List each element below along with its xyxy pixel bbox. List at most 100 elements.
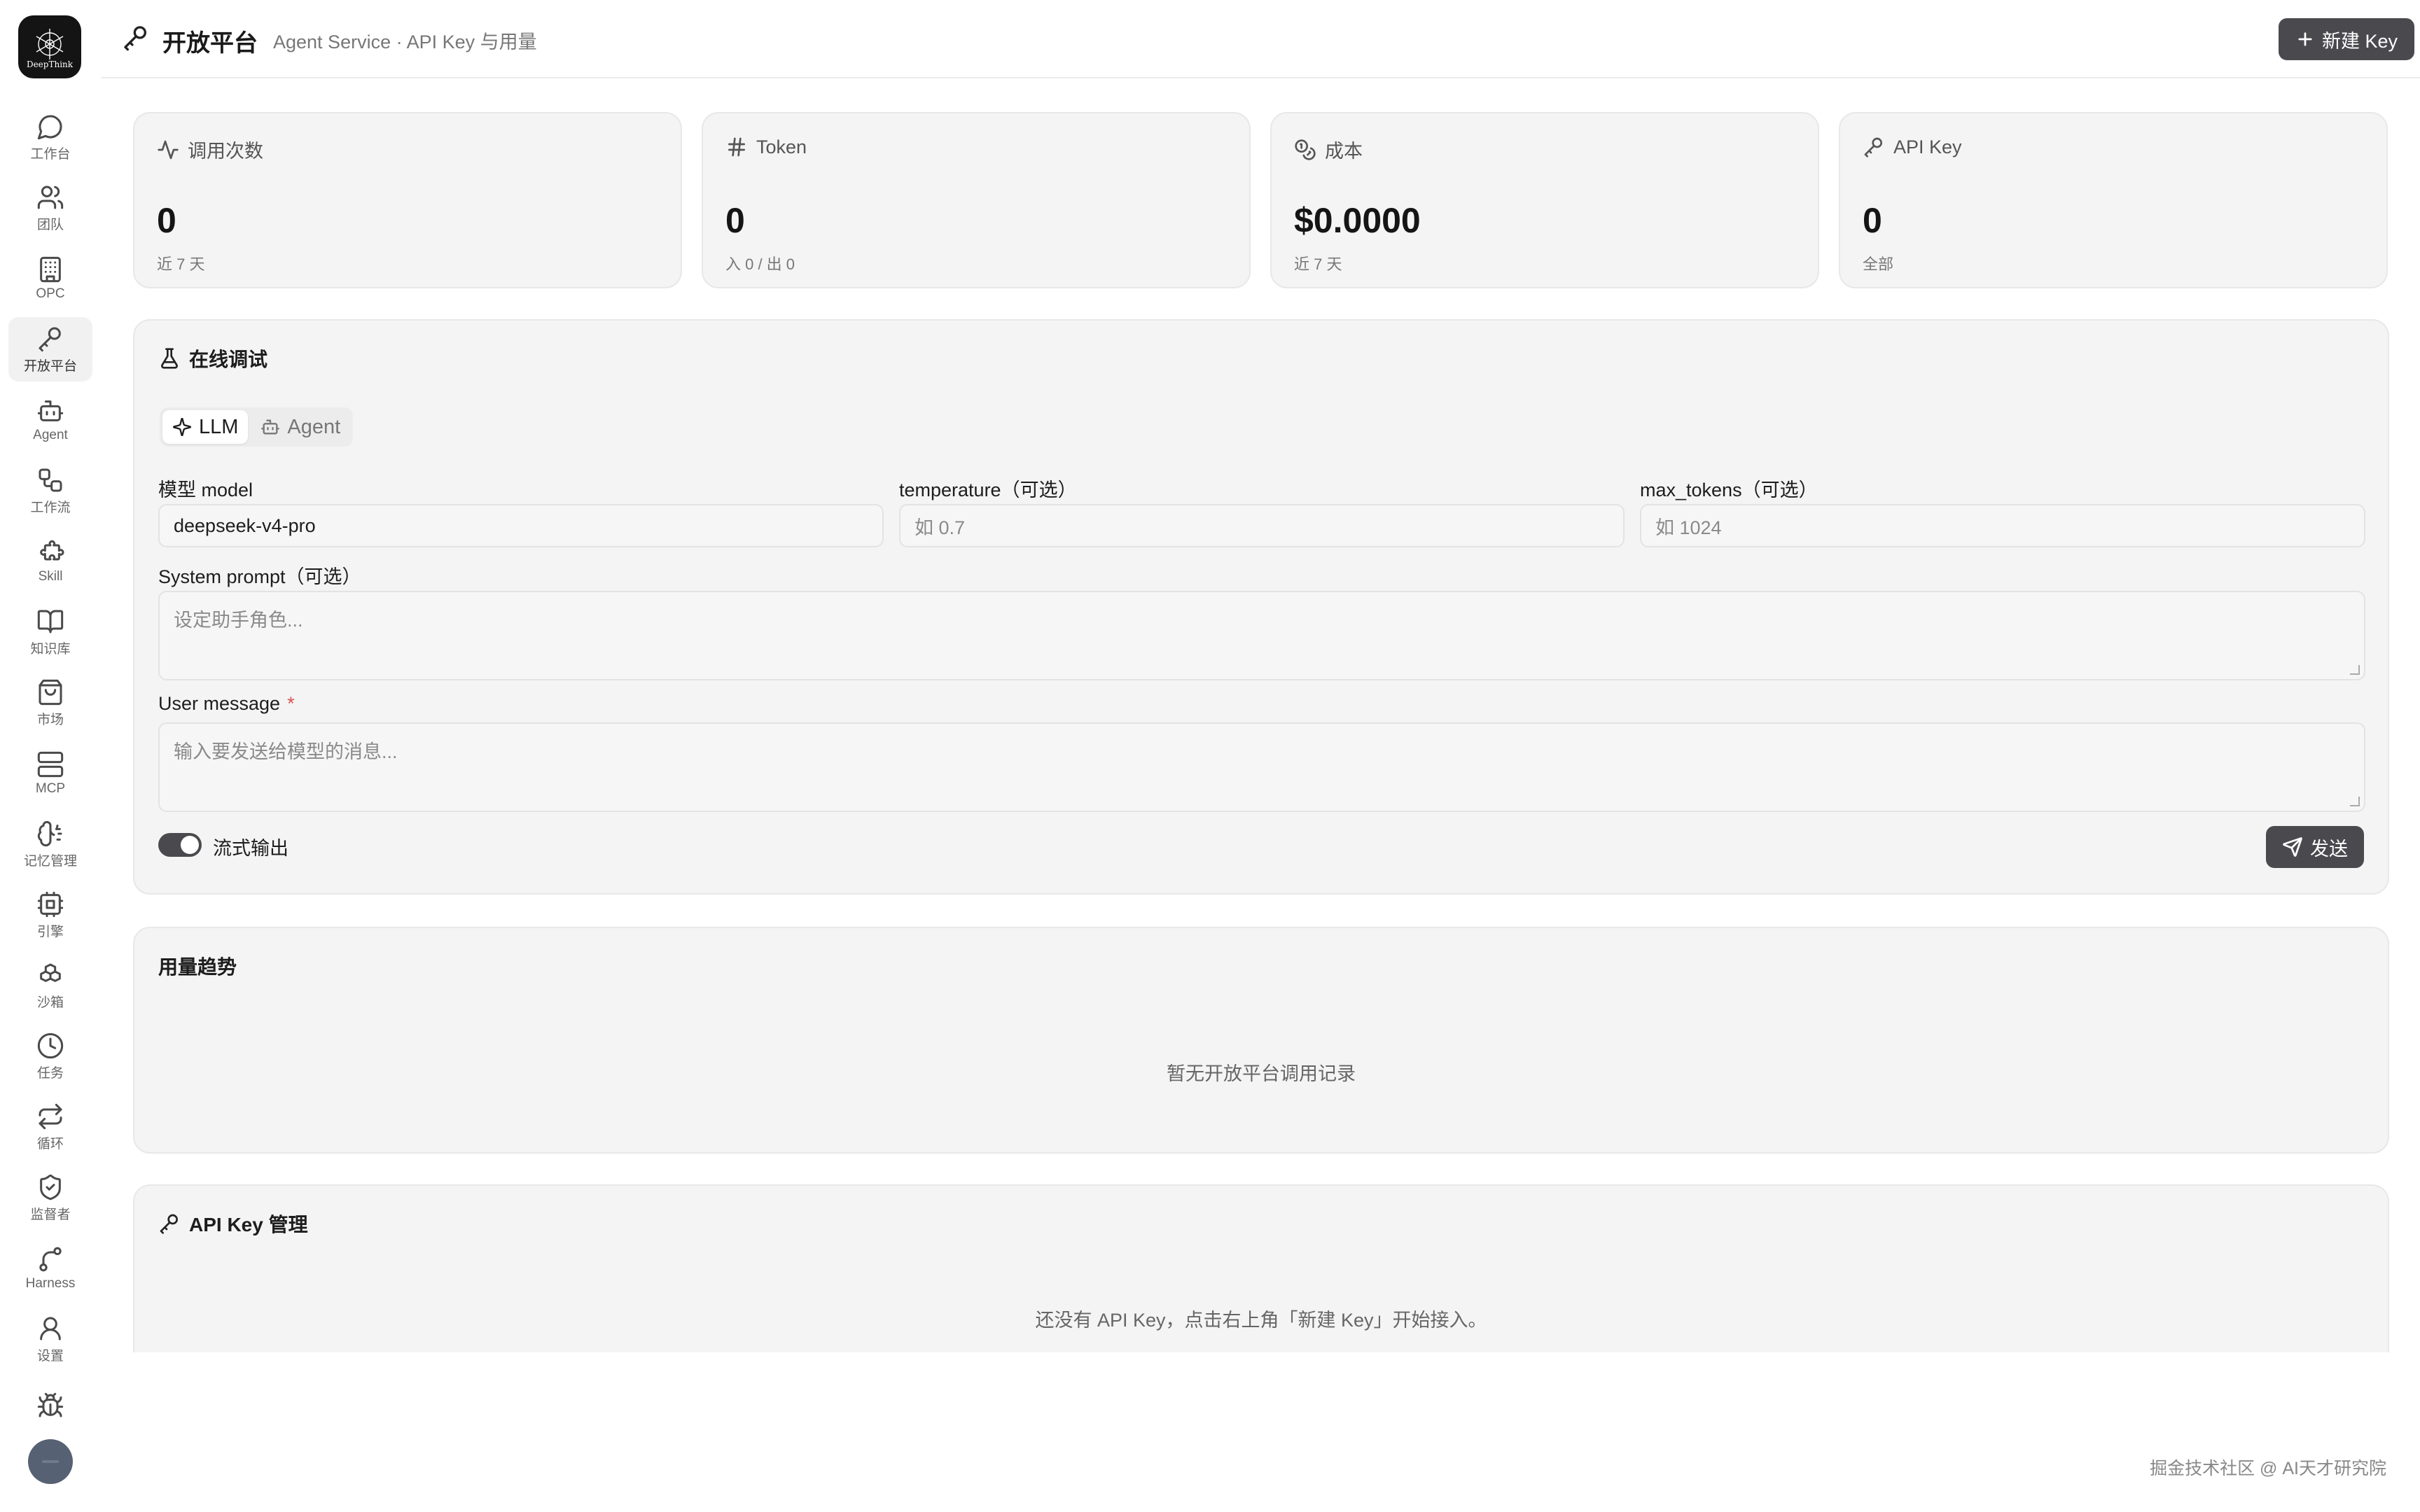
brain-icon xyxy=(37,820,62,846)
max-tokens-input[interactable]: 如 1024 xyxy=(1640,504,2365,547)
key-icon xyxy=(39,327,61,351)
system-prompt-textarea[interactable]: 设定助手角色... xyxy=(158,591,2365,680)
sidebar-item-market[interactable]: 市场 xyxy=(8,671,92,735)
send-icon xyxy=(2283,837,2302,857)
sidebar-item-workbench[interactable]: 工作台 xyxy=(8,105,92,169)
page-subtitle: Agent Service · API Key 与用量 xyxy=(273,31,537,52)
sidebar-item-label: 知识库 xyxy=(30,641,71,657)
sidebar-item-harness[interactable]: Harness xyxy=(8,1236,92,1301)
sidebar-item-label: Skill xyxy=(38,569,63,584)
git-branch-icon xyxy=(39,1247,62,1272)
key-icon xyxy=(160,1214,178,1234)
new-key-button[interactable]: 新建 Key xyxy=(2279,18,2414,60)
user-avatar[interactable] xyxy=(28,1439,73,1484)
user-message-textarea[interactable]: 输入要发送给模型的消息... xyxy=(158,722,2365,812)
sidebar-item-opc[interactable]: OPC xyxy=(8,246,92,311)
users-icon xyxy=(37,186,64,209)
debug-bug-button[interactable] xyxy=(36,1392,64,1420)
temperature-label: temperature（可选） xyxy=(899,479,1077,500)
page-header: 开放平台 Agent Service · API Key 与用量 新建 Key xyxy=(101,0,2420,78)
sidebar-item-memory[interactable]: 记忆管理 xyxy=(8,812,92,876)
stat-subtext: 近 7 天 xyxy=(1294,255,1342,273)
app-logo[interactable]: DeepThink xyxy=(18,15,81,78)
hash-icon xyxy=(728,137,745,157)
sidebar-item-label: 记忆管理 xyxy=(23,853,77,869)
sidebar-item-skill[interactable]: Skill xyxy=(8,529,92,594)
panel-title: API Key 管理 xyxy=(158,1210,308,1238)
stream-toggle[interactable] xyxy=(158,833,202,857)
stat-card-api-key: API Key 0 全部 xyxy=(1839,112,2388,288)
watermark-text: 掘金技术社区 @ AI天才研究院 xyxy=(2150,1459,2386,1478)
tab-llm[interactable]: LLM xyxy=(162,410,249,444)
stat-label: API Key xyxy=(1893,136,1962,158)
sidebar-item-sandbox[interactable]: 沙箱 xyxy=(8,953,92,1018)
stat-card-token: Token 0 入 0 / 出 0 xyxy=(702,112,1251,288)
sidebar-item-label: 开放平台 xyxy=(23,358,77,374)
book-icon xyxy=(37,610,64,633)
flask-icon xyxy=(161,348,178,369)
clock-icon xyxy=(37,1032,64,1058)
sidebar-item-knowledge-base[interactable]: 知识库 xyxy=(8,600,92,664)
key-icon xyxy=(1864,137,1882,158)
temperature-input[interactable]: 如 0.7 xyxy=(899,504,1625,547)
stat-value: 0 xyxy=(1863,201,1882,240)
sidebar-item-settings[interactable]: 设置 xyxy=(8,1307,92,1371)
sidebar-item-engine[interactable]: 引擎 xyxy=(8,883,92,947)
stat-label: 成本 xyxy=(1325,141,1363,162)
bot-icon xyxy=(37,400,64,421)
activity-icon xyxy=(158,140,179,159)
coins-icon xyxy=(1295,139,1316,160)
stat-subtext: 全部 xyxy=(1863,255,1894,273)
model-input[interactable]: deepseek-v4-pro xyxy=(158,504,884,547)
chat-icon xyxy=(37,115,62,139)
bot-icon xyxy=(261,419,280,435)
sidebar-item-label: Harness xyxy=(25,1276,76,1291)
sidebar-item-team[interactable]: 团队 xyxy=(8,176,92,240)
panel-title: 用量趋势 xyxy=(158,956,237,978)
sidebar-item-label: 循环 xyxy=(36,1136,64,1152)
sidebar-item-label: 设置 xyxy=(36,1348,64,1364)
repeat-icon xyxy=(39,1103,62,1129)
bug-icon xyxy=(37,1392,64,1418)
stat-card-calls: 调用次数 0 近 7 天 xyxy=(133,112,682,288)
model-label: 模型 model xyxy=(158,479,253,500)
cpu-icon xyxy=(37,891,64,917)
sidebar-item-label: 团队 xyxy=(36,217,64,232)
sidebar-item-label: 市场 xyxy=(36,712,64,727)
sidebar-item-agent[interactable]: Agent xyxy=(8,388,92,452)
send-button[interactable]: 发送 xyxy=(2266,826,2364,868)
sidebar-item-label: 沙箱 xyxy=(36,995,64,1010)
user-icon xyxy=(40,1317,61,1340)
plus-icon xyxy=(2298,32,2312,46)
logo-text: DeepThink xyxy=(26,59,74,69)
stat-value: 0 xyxy=(725,201,745,240)
panel-title: 在线调试 xyxy=(158,344,267,372)
sidebar-item-workflow[interactable]: 工作流 xyxy=(8,458,92,523)
sidebar-item-tasks[interactable]: 任务 xyxy=(8,1024,92,1088)
page-title: 开放平台 xyxy=(162,30,258,57)
online-debug-panel: 在线调试 LLM Agent 模型 model deepseek-v4-pro … xyxy=(133,319,2389,895)
stat-label: 调用次数 xyxy=(188,141,263,162)
sidebar-item-loop[interactable]: 循环 xyxy=(8,1095,92,1159)
stat-value: $0.0000 xyxy=(1294,201,1421,240)
stream-label: 流式输出 xyxy=(213,838,288,859)
sidebar-item-mcp[interactable]: MCP xyxy=(8,741,92,806)
stat-subtext: 入 0 / 出 0 xyxy=(725,255,795,273)
required-mark: * xyxy=(287,693,295,714)
stat-card-cost: 成本 $0.0000 近 7 天 xyxy=(1270,112,1819,288)
sidebar-item-open-platform[interactable]: 开放平台 xyxy=(8,317,92,382)
sidebar-item-label: MCP xyxy=(35,781,66,796)
sidebar-item-supervisor[interactable]: 监督者 xyxy=(8,1166,92,1230)
puzzle-icon xyxy=(40,540,64,561)
stat-subtext: 近 7 天 xyxy=(157,255,205,273)
sidebar-item-label: 任务 xyxy=(36,1065,64,1081)
new-key-label: 新建 Key xyxy=(2321,30,2398,52)
sidebar-item-label: 工作台 xyxy=(30,146,71,162)
sidebar-item-label: 引擎 xyxy=(36,924,64,939)
sidebar-item-label: 监督者 xyxy=(30,1207,71,1222)
logo-icon xyxy=(36,29,64,59)
system-prompt-label: System prompt（可选） xyxy=(158,566,361,587)
sidebar-item-label: Agent xyxy=(33,428,68,442)
sidebar-item-label: 工作流 xyxy=(30,500,71,515)
tab-agent[interactable]: Agent xyxy=(251,410,350,444)
